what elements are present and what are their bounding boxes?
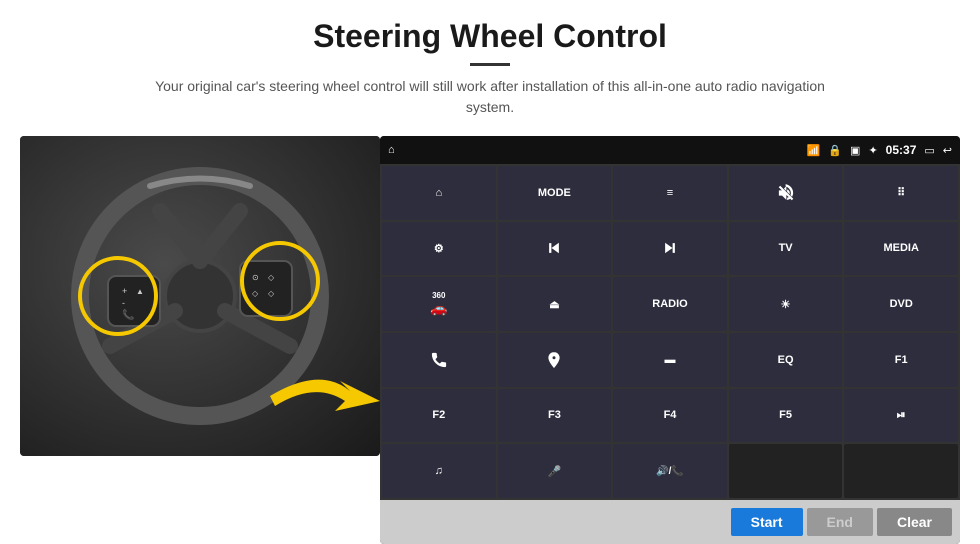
apps-button[interactable]: ⠿ (844, 166, 958, 220)
subtitle: Your original car's steering wheel contr… (140, 76, 840, 118)
prev-button[interactable] (498, 222, 612, 276)
yellow-arrow (260, 356, 380, 436)
wifi-status-icon: 📶 (807, 144, 821, 157)
brightness-button[interactable]: ☀ (729, 277, 843, 331)
f5-button[interactable]: F5 (729, 389, 843, 443)
mute-button[interactable] (729, 166, 843, 220)
back-icon: ↩ (943, 144, 952, 157)
vol-phone-button[interactable]: 🔊/📞 (613, 444, 727, 498)
settings-button[interactable]: ⚙ (382, 222, 496, 276)
home-status-icon: ⌂ (388, 144, 395, 156)
title-divider (470, 63, 510, 66)
f3-button[interactable]: F3 (498, 389, 612, 443)
media-button[interactable]: MEDIA (844, 222, 958, 276)
dvd-button[interactable]: DVD (844, 277, 958, 331)
tv-button[interactable]: TV (729, 222, 843, 276)
start-button[interactable]: Start (731, 508, 803, 536)
status-right: 📶 🔒 ▣ ✦ 05:37 ▭ ↩ (807, 143, 952, 157)
end-button[interactable]: End (807, 508, 873, 536)
cam360-button[interactable]: 360 🚗 (382, 277, 496, 331)
lock-status-icon: 🔒 (828, 144, 842, 157)
status-time: 05:37 (886, 143, 917, 157)
screen-icon: ▭ (924, 144, 934, 157)
steering-wheel-area: + - ▲ 📞 ⊙ ◇ ◇ ◇ (20, 136, 380, 456)
empty2 (844, 444, 958, 498)
home-button[interactable]: ⌂ (382, 166, 496, 220)
mic-button[interactable]: 🎤 (498, 444, 612, 498)
page-title: Steering Wheel Control (40, 18, 940, 55)
steering-wheel-image: + - ▲ 📞 ⊙ ◇ ◇ ◇ (20, 136, 380, 456)
clear-button[interactable]: Clear (877, 508, 952, 536)
f1-button[interactable]: F1 (844, 333, 958, 387)
next-button[interactable] (613, 222, 727, 276)
music-button[interactable]: ♫ (382, 444, 496, 498)
highlight-circle-right (240, 241, 320, 321)
f2-button[interactable]: F2 (382, 389, 496, 443)
sim-status-icon: ▣ (850, 144, 860, 157)
status-left: ⌂ (388, 144, 395, 156)
content-section: + - ▲ 📞 ⊙ ◇ ◇ ◇ (0, 126, 980, 544)
f4-button[interactable]: F4 (613, 389, 727, 443)
header-section: Steering Wheel Control Your original car… (0, 0, 980, 126)
status-bar: ⌂ 📶 🔒 ▣ ✦ 05:37 ▭ ↩ (380, 136, 960, 164)
nav-button[interactable] (498, 333, 612, 387)
button-grid: ⌂ MODE ≡ ⠿ ⚙ TV MEDIA (380, 164, 960, 500)
eq-button[interactable]: EQ (729, 333, 843, 387)
mode-button[interactable]: MODE (498, 166, 612, 220)
radio-button[interactable]: RADIO (613, 277, 727, 331)
highlight-circle-left (78, 256, 158, 336)
bluetooth-status-icon: ✦ (868, 144, 877, 157)
eject-button[interactable]: ⏏ (498, 277, 612, 331)
playpause-button[interactable]: ⏯ (844, 389, 958, 443)
bottom-buttons: Start End Clear (380, 500, 960, 544)
aspect-button[interactable]: ▬ (613, 333, 727, 387)
page-container: Steering Wheel Control Your original car… (0, 0, 980, 544)
list-button[interactable]: ≡ (613, 166, 727, 220)
control-panel: ⌂ 📶 🔒 ▣ ✦ 05:37 ▭ ↩ ⌂ MODE ≡ (380, 136, 960, 544)
empty1 (729, 444, 843, 498)
phone-button[interactable] (382, 333, 496, 387)
